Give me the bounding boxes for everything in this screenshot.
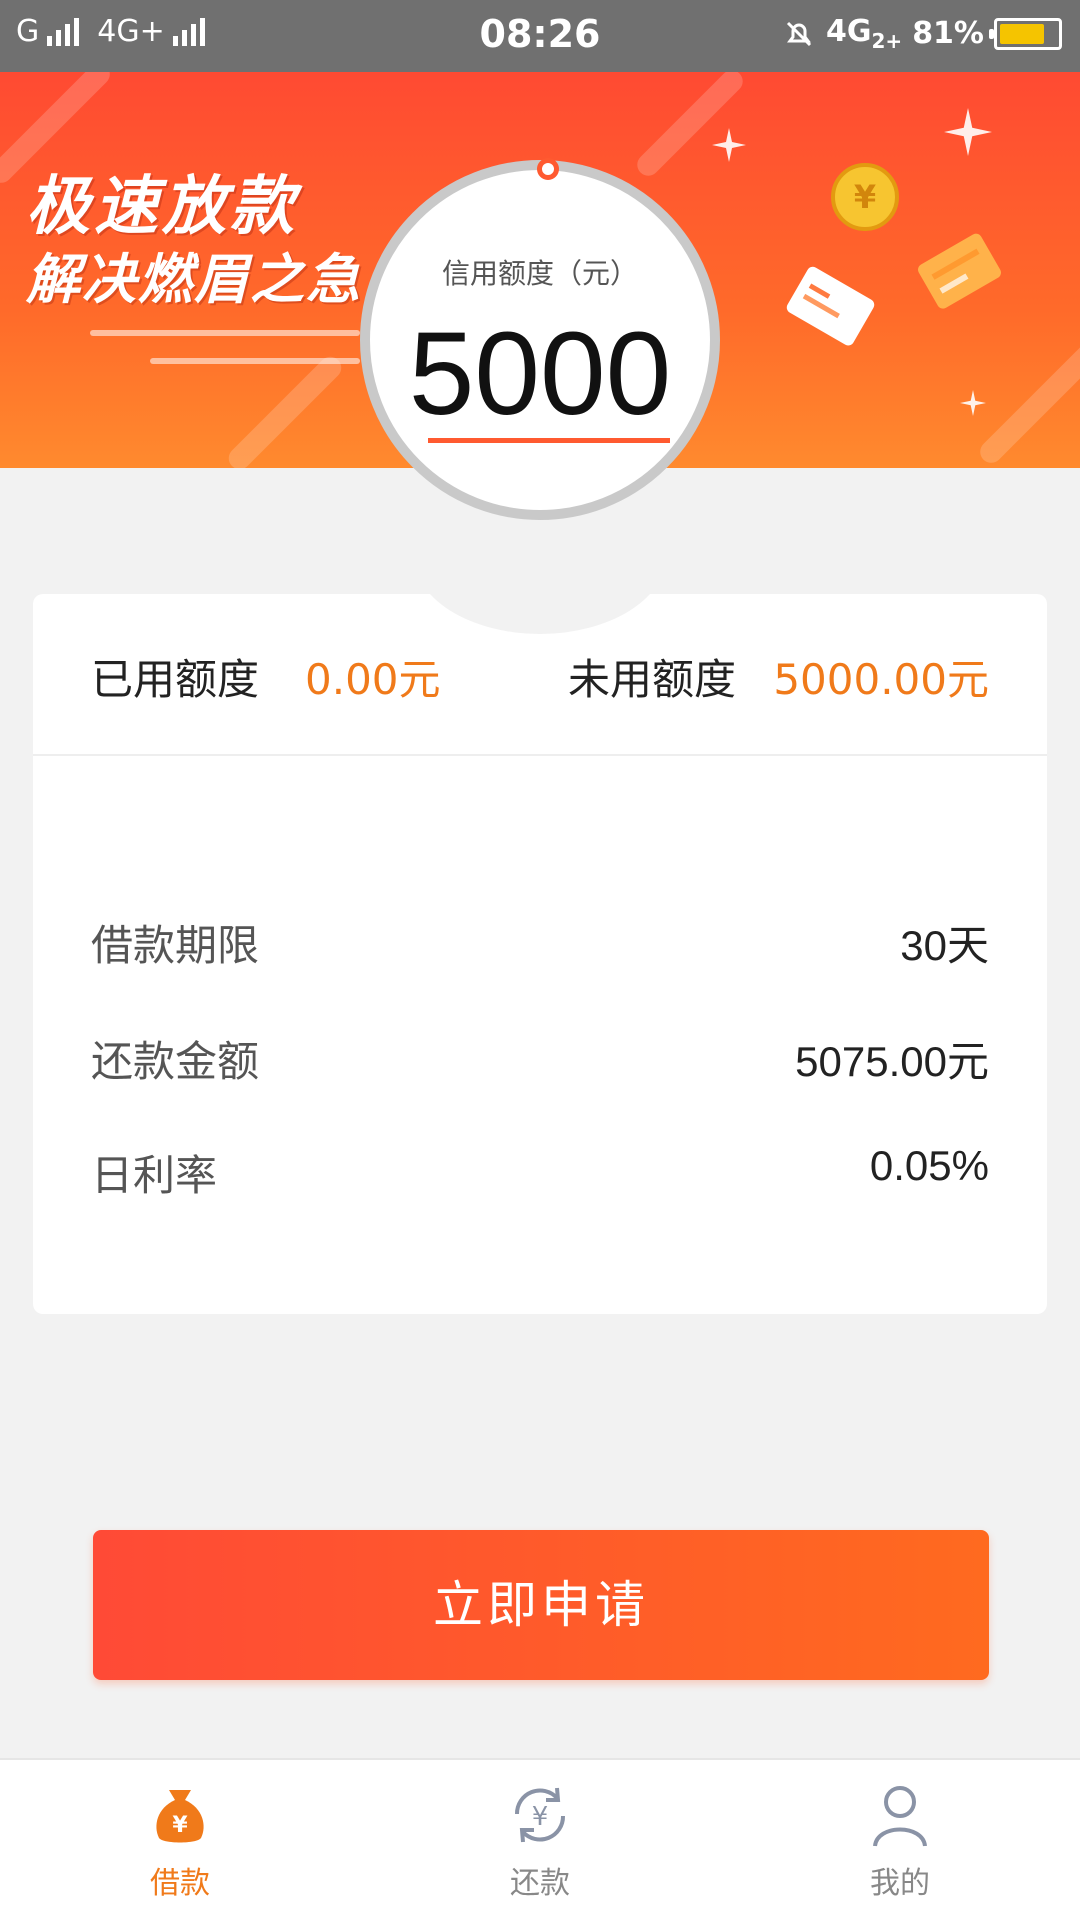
battery-percent: 81% [912, 16, 984, 51]
daily-rate-label: 日利率 [91, 1151, 218, 1200]
alarm-off-icon [786, 21, 812, 46]
repay-amount-row: 还款金额 5075.00元 [91, 1028, 989, 1088]
sparkle-icon [960, 390, 986, 416]
loan-term-label: 借款期限 [91, 921, 260, 970]
credit-limit-amount: 5000 [408, 308, 672, 440]
credit-limit-dial: 信用额度（元） 5000 [360, 158, 720, 520]
nav-label-mine: 我的 [870, 1866, 930, 1901]
loan-term-value: 30天 [900, 922, 989, 969]
card-icon [786, 266, 875, 346]
daily-rate-value: 0.05% [869, 1142, 989, 1189]
status-bar: G 4G+ 08:26 4G2+ 81% [0, 0, 1080, 72]
daily-rate-row: 日利率 0.05% [91, 1142, 989, 1202]
amount-underline [428, 438, 670, 443]
slogan-line-1: 极速放款 [26, 170, 298, 244]
nav-item-mine[interactable]: 我的 [800, 1780, 1000, 1902]
user-icon [873, 1786, 927, 1847]
used-quota-label: 已用额度 [91, 655, 260, 704]
credit-limit-label: 信用额度（元） [441, 257, 638, 290]
banner-slogan: 极速放款 解决燃眉之急 [26, 172, 362, 310]
decor-stripe [224, 352, 346, 468]
unused-quota-label: 未用额度 [568, 655, 737, 704]
used-quota-value: 0.00元 [305, 655, 441, 704]
battery-icon [989, 17, 1062, 50]
repay-amount-label: 还款金额 [91, 1037, 260, 1086]
nav-label-borrow: 借款 [150, 1866, 210, 1901]
svg-text:¥: ¥ [854, 178, 876, 216]
slogan-line-2: 解决燃眉之急 [26, 248, 362, 312]
repay-amount-value: 5075.00元 [795, 1038, 989, 1085]
apply-now-button[interactable]: 立即申请 [93, 1530, 989, 1680]
dial-indicator-dot [537, 158, 559, 180]
money-bag-icon: ¥ [156, 1790, 204, 1843]
coin-icon: ¥ [831, 163, 899, 231]
bottom-nav: ¥ 借款 ¥ 还款 我的 [0, 1758, 1080, 1922]
quota-row: 已用额度 0.00元 未用额度 5000.00元 [33, 594, 1047, 756]
nav-item-borrow[interactable]: ¥ 借款 [80, 1780, 280, 1902]
unused-quota-value: 5000.00元 [773, 655, 989, 704]
network-3-label: 4G2+ [826, 14, 903, 53]
decor-stripe [632, 72, 748, 181]
svg-text:¥: ¥ [532, 1802, 549, 1832]
card-icon [918, 233, 1001, 309]
repay-cycle-icon: ¥ [514, 1787, 566, 1843]
sparkle-icon [944, 108, 992, 156]
decor-line [150, 358, 360, 364]
loan-term-row: 借款期限 30天 [91, 912, 989, 972]
sparkle-icon [712, 128, 746, 162]
nav-label-repay: 还款 [510, 1866, 570, 1901]
decor-line [90, 330, 360, 336]
loan-info-card: 已用额度 0.00元 未用额度 5000.00元 借款期限 30天 还款金额 5… [33, 554, 1047, 1314]
decor-stripe [975, 338, 1080, 468]
nav-item-repay[interactable]: ¥ 还款 [440, 1780, 640, 1902]
svg-text:¥: ¥ [172, 1813, 188, 1838]
status-right: 4G2+ 81% [782, 14, 1062, 53]
